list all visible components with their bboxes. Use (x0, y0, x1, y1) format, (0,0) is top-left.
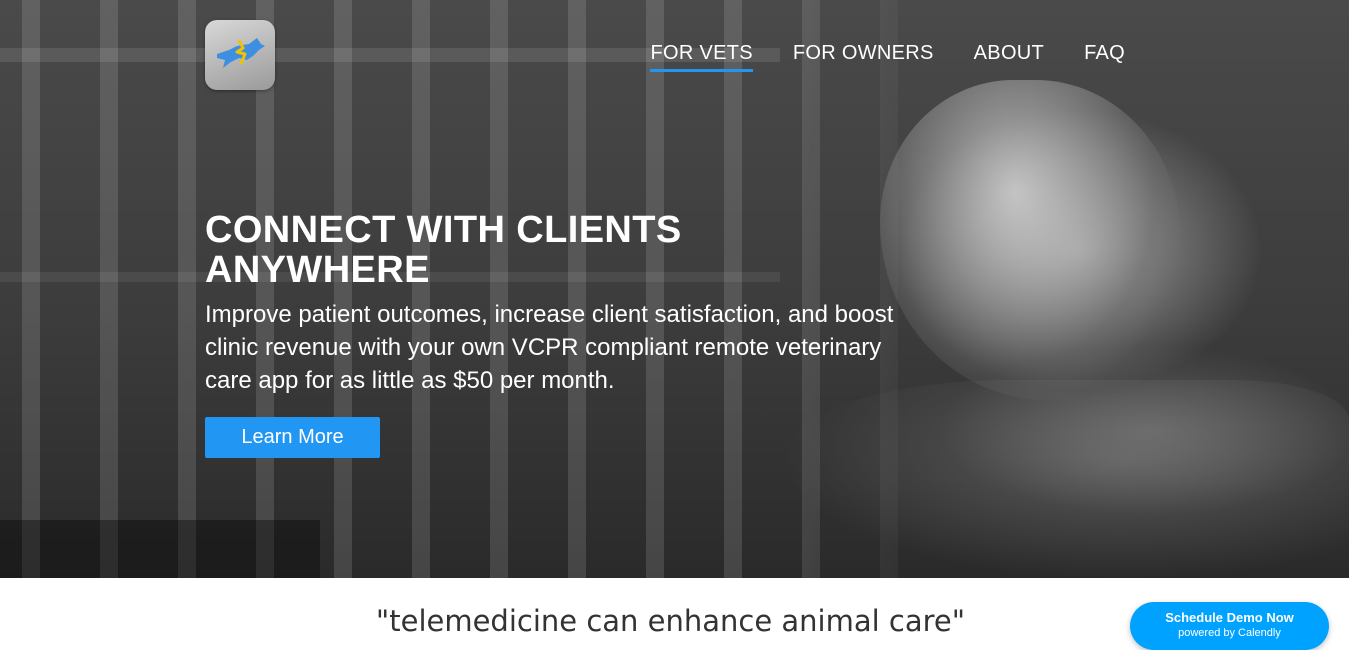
nav-about[interactable]: ABOUT (974, 42, 1044, 72)
hero-subtext: Improve patient outcomes, increase clien… (205, 301, 894, 394)
hero-headline: CONNECT WITH CLIENTS ANYWHERE (205, 209, 682, 291)
powered-by-calendly-label: powered by Calendly (1178, 627, 1281, 639)
schedule-demo-button[interactable]: Schedule Demo Now powered by Calendly (1130, 602, 1329, 650)
site-logo[interactable] (205, 20, 275, 90)
main-nav: FOR VETS FOR OWNERS ABOUT FAQ (650, 42, 1125, 72)
running-dog-icon (217, 38, 265, 68)
hero-background-blanket (780, 380, 1349, 578)
learn-more-button[interactable]: Learn More (205, 417, 380, 458)
nav-faq[interactable]: FAQ (1084, 42, 1125, 72)
schedule-demo-label: Schedule Demo Now (1165, 610, 1294, 625)
nav-for-vets[interactable]: FOR VETS (650, 42, 753, 72)
hero-section: FOR VETS FOR OWNERS ABOUT FAQ CONNECT WI… (0, 0, 1349, 578)
nav-for-owners[interactable]: FOR OWNERS (793, 42, 934, 72)
hero-background-table (0, 520, 320, 578)
